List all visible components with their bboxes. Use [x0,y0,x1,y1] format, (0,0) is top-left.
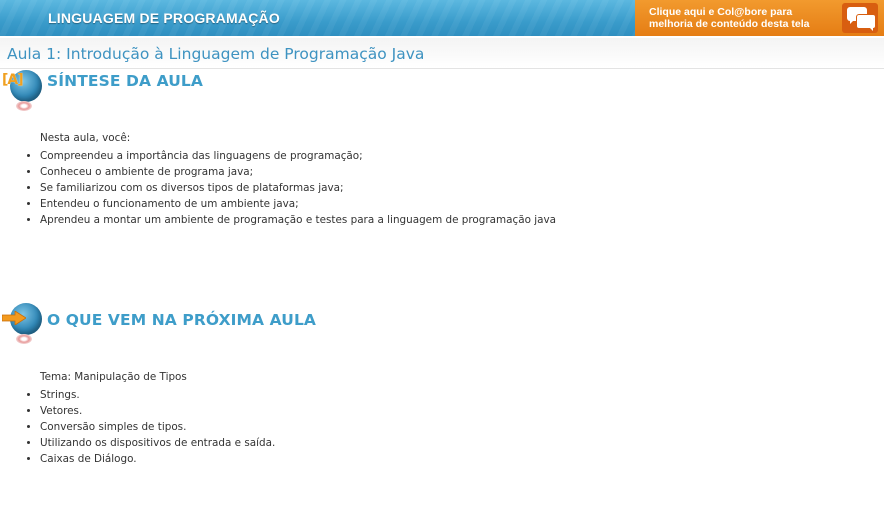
list-item: Se familiarizou com os diversos tipos de… [40,180,864,196]
feedback-label: Clique aqui e Col@bore para melhoria de … [649,6,839,30]
globe-shadow [16,334,32,344]
list-item: Aprendeu a montar um ambiente de program… [40,212,864,228]
synthesis-content: Nesta aula, você: Compreendeu a importân… [24,130,864,228]
list-item: Caixas de Diálogo. [40,451,864,467]
next-lesson-list: Strings. Vetores. Conversão simples de t… [24,387,864,467]
chat-bubble-front [856,14,876,31]
synthesis-globe-icon: [A] [2,70,42,116]
list-item: Vetores. [40,403,864,419]
lesson-title-bar: Aula 1: Introdução à Linguagem de Progra… [0,38,884,69]
feedback-label-line2: melhoria de conteúdo desta tela [649,18,810,30]
next-lesson-intro: Tema: Manipulação de Tipos [40,371,187,383]
next-lesson-content: Tema: Manipulação de Tipos Strings. Veto… [24,369,864,467]
list-item: Conheceu o ambiente de programa java; [40,164,864,180]
synthesis-intro: Nesta aula, você: [40,132,131,144]
list-item: Conversão simples de tipos. [40,419,864,435]
list-item: Entendeu o funcionamento de um ambiente … [40,196,864,212]
globe-shadow [16,101,32,111]
course-title: LINGUAGEM DE PROGRAMAÇÃO [48,10,280,26]
list-item: Utilizando os dispositivos de entrada e … [40,435,864,451]
lesson-badge-icon: [A] [2,72,24,88]
top-header-bar: LINGUAGEM DE PROGRAMAÇÃO Clique aqui e C… [0,0,884,36]
feedback-label-line1: Clique aqui e Col@bore para [649,6,793,18]
feedback-button[interactable]: Clique aqui e Col@bore para melhoria de … [635,0,884,36]
list-item: Compreendeu a importância das linguagens… [40,148,864,164]
synthesis-list: Compreendeu a importância das linguagens… [24,148,864,228]
next-lesson-title: O QUE VEM NA PRÓXIMA AULA [47,311,317,329]
arrow-right-icon [2,311,26,325]
next-lesson-globe-icon [2,303,42,349]
synthesis-title: SÍNTESE DA AULA [47,72,203,90]
chat-bubbles-icon[interactable] [842,3,878,33]
lesson-title: Aula 1: Introdução à Linguagem de Progra… [7,45,425,63]
list-item: Strings. [40,387,864,403]
